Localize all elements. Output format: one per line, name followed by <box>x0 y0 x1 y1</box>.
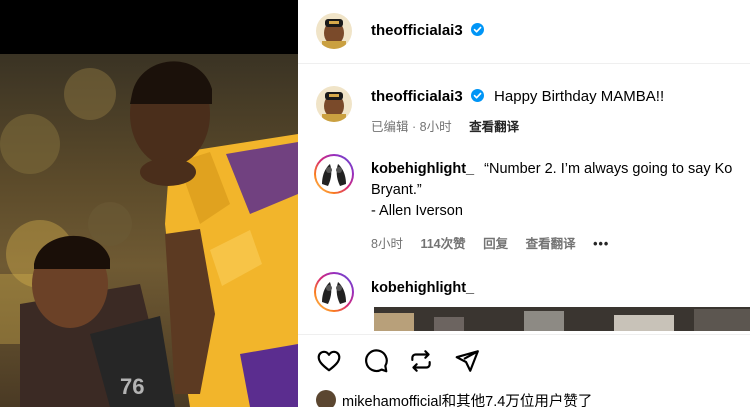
header-username[interactable]: theofficialai3 <box>371 22 484 39</box>
comment-reply-button[interactable]: 回复 <box>483 237 508 251</box>
comment-likes[interactable]: 114次赞 <box>420 237 465 251</box>
comment-more-icon[interactable]: ••• <box>593 237 609 251</box>
edited-label: 已编辑 <box>371 120 409 134</box>
comment-body: kobehighlight_ <box>371 278 474 299</box>
photo-jersey-text: 76 <box>120 374 144 399</box>
comment-meta: 8小时 114次赞 回复 查看翻译 ••• <box>371 233 609 252</box>
heart-icon[interactable] <box>316 348 342 374</box>
comment-text-line3: - Allen Iverson <box>371 203 463 219</box>
comment-body: kobehighlight_ “Number 2. I’m always goi… <box>371 159 750 222</box>
comment-text-line1: “Number 2. I’m always going to say Ko <box>484 161 733 177</box>
post-details: theofficialai3 theofficialai3 Happy Birt… <box>298 0 750 407</box>
verified-badge-icon <box>470 89 484 102</box>
comment-avatar[interactable] <box>314 272 354 312</box>
comment-translate-link[interactable]: 查看翻译 <box>526 237 576 251</box>
comment-media-image <box>374 307 750 331</box>
verified-badge-icon <box>470 23 484 36</box>
liker-avatar <box>316 390 336 407</box>
avatar-image <box>318 158 350 190</box>
comment-username[interactable]: kobehighlight_ <box>371 161 474 177</box>
caption-line: theofficialai3 Happy Birthday MAMBA!! <box>371 88 664 105</box>
post-header: theofficialai3 <box>298 0 750 64</box>
caption-username[interactable]: theofficialai3 <box>371 88 463 105</box>
post-photo[interactable]: 76 <box>0 54 298 407</box>
repost-icon[interactable] <box>408 348 434 374</box>
meta-separator: · <box>412 120 417 134</box>
caption-time[interactable]: 8小时 <box>420 120 452 134</box>
comment-media-preview[interactable] <box>374 307 750 331</box>
comment-username[interactable]: kobehighlight_ <box>371 280 474 296</box>
share-icon[interactable] <box>454 348 480 374</box>
caption-avatar[interactable] <box>316 86 352 122</box>
avatar-image <box>316 13 352 49</box>
caption-text: Happy Birthday MAMBA!! <box>494 88 665 105</box>
likes-summary-text: mikehamofficial和其他7.4万位用户赞了 <box>342 394 593 407</box>
photo-illustration: 76 <box>0 61 298 407</box>
header-username-text[interactable]: theofficialai3 <box>371 22 463 39</box>
author-avatar[interactable] <box>316 13 352 49</box>
post-media: 76 <box>0 0 298 407</box>
comment-icon[interactable] <box>363 348 389 374</box>
comment-time[interactable]: 8小时 <box>371 237 403 251</box>
likes-summary[interactable]: mikehamofficial和其他7.4万位用户赞了 <box>316 390 592 407</box>
caption-translate-link[interactable]: 查看翻译 <box>469 120 519 134</box>
caption-meta: 已编辑 · 8小时 查看翻译 <box>371 116 519 135</box>
comment-text-line2: Bryant.” <box>371 182 422 198</box>
avatar-image <box>318 276 350 308</box>
comment-avatar[interactable] <box>314 154 354 194</box>
avatar-image <box>316 86 352 122</box>
